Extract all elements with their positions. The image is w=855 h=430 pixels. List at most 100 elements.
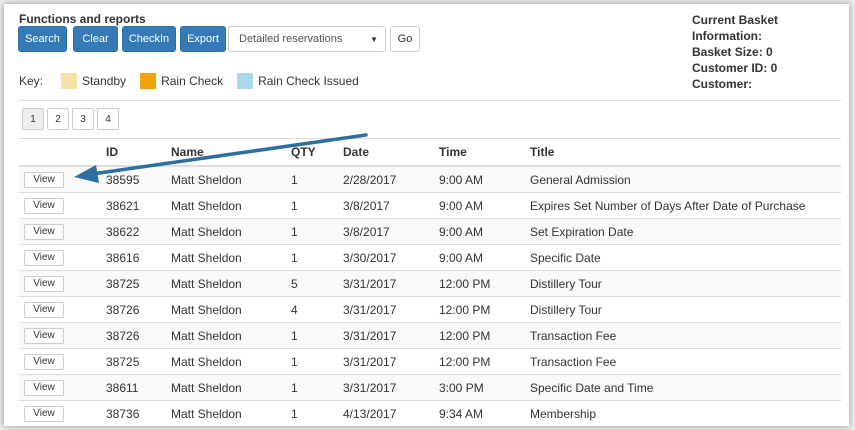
cell-id: 38611 (106, 374, 171, 401)
view-button[interactable]: View (24, 275, 64, 292)
report-type-value: Detailed reservations (239, 33, 343, 45)
view-cell: View (19, 192, 106, 219)
header-title: Title (530, 138, 841, 167)
cell-name: Matt Sheldon (171, 218, 291, 245)
view-button[interactable]: View (24, 405, 64, 422)
page-button-3[interactable]: 3 (72, 108, 94, 130)
rain-check-issued-swatch (237, 73, 254, 89)
page-button-1[interactable]: 1 (22, 108, 44, 130)
cell-qty: 1 (291, 192, 343, 219)
table-row: View 38611 Matt Sheldon 1 3/31/2017 3:00 PM Sp… (19, 374, 841, 401)
cell-time: 9:00 AM (439, 165, 530, 193)
cell-title: Specific Date (530, 244, 841, 271)
cell-qty: 1 (291, 244, 343, 271)
checkin-button[interactable]: CheckIn (122, 26, 176, 52)
table-row: View 38736 Matt Sheldon 1 4/13/2017 9:34 AM Me… (19, 400, 841, 426)
pagination: 1234 (22, 108, 122, 130)
header-time: Time (439, 138, 530, 167)
view-cell: View (19, 400, 106, 426)
page-button-4[interactable]: 4 (97, 108, 119, 130)
clear-button[interactable]: Clear (73, 26, 118, 52)
table-row: View 38616 Matt Sheldon 1 3/30/2017 9:00 AM Sp… (19, 244, 841, 271)
cell-name: Matt Sheldon (171, 348, 291, 375)
view-button[interactable]: View (24, 197, 64, 214)
table-body: View 38595 Matt Sheldon 1 2/28/2017 9:00 AM Ge… (19, 165, 841, 426)
cell-date: 3/31/2017 (343, 270, 439, 297)
cell-title: Transaction Fee (530, 322, 841, 349)
view-cell: View (19, 348, 106, 375)
cell-title: Transaction Fee (530, 348, 841, 375)
cell-qty: 1 (291, 374, 343, 401)
report-type-select[interactable]: Detailed reservations ▼ (228, 26, 386, 52)
view-button[interactable]: View (24, 301, 64, 318)
view-cell: View (19, 244, 106, 271)
view-cell: View (19, 270, 106, 297)
cell-title: Specific Date and Time (530, 374, 841, 401)
cell-time: 12:00 PM (439, 348, 530, 375)
rain-check-issued-label: Rain Check Issued (258, 74, 359, 88)
view-button[interactable]: View (24, 249, 64, 266)
table-row: View 38725 Matt Sheldon 1 3/31/2017 12:00 PM T… (19, 348, 841, 375)
view-button[interactable]: View (24, 223, 64, 240)
cell-id: 38725 (106, 348, 171, 375)
cell-date: 3/30/2017 (343, 244, 439, 271)
view-cell: View (19, 296, 106, 323)
table-header-row: ID Name QTY Date Time Title (19, 138, 841, 167)
cell-time: 9:00 AM (439, 244, 530, 271)
reservations-table: ID Name QTY Date Time Title View 38595 Mat… (19, 138, 841, 426)
cell-date: 3/8/2017 (343, 218, 439, 245)
cell-id: 38726 (106, 296, 171, 323)
view-button[interactable]: View (24, 327, 64, 344)
table-row: View 38726 Matt Sheldon 4 3/31/2017 12:00 PM D… (19, 296, 841, 323)
basket-customer: Customer: (692, 77, 753, 91)
view-button[interactable]: View (24, 379, 64, 396)
cell-date: 3/31/2017 (343, 374, 439, 401)
key-label: Key: (19, 74, 44, 88)
chevron-down-icon: ▼ (370, 35, 378, 44)
header-id: ID (106, 138, 171, 167)
standby-label: Standby (82, 74, 127, 88)
rain-check-label: Rain Check (161, 74, 224, 88)
view-button[interactable]: View (24, 171, 64, 188)
table-row: View 38621 Matt Sheldon 1 3/8/2017 9:00 AM Exp… (19, 192, 841, 219)
page-button-2[interactable]: 2 (47, 108, 69, 130)
cell-id: 38616 (106, 244, 171, 271)
cell-name: Matt Sheldon (171, 322, 291, 349)
cell-title: General Admission (530, 165, 841, 193)
cell-date: 3/31/2017 (343, 348, 439, 375)
cell-date: 4/13/2017 (343, 400, 439, 426)
cell-id: 38726 (106, 322, 171, 349)
cell-time: 3:00 PM (439, 374, 530, 401)
view-cell: View (19, 165, 106, 193)
search-button[interactable]: Search (18, 26, 67, 52)
cell-date: 3/8/2017 (343, 192, 439, 219)
basket-customer-id: Customer ID: 0 (692, 61, 778, 75)
export-button[interactable]: Export (180, 26, 226, 52)
go-button[interactable]: Go (390, 26, 420, 52)
cell-title: Set Expiration Date (530, 218, 841, 245)
cell-qty: 5 (291, 270, 343, 297)
cell-qty: 1 (291, 165, 343, 193)
cell-name: Matt Sheldon (171, 400, 291, 426)
cell-name: Matt Sheldon (171, 244, 291, 271)
view-cell: View (19, 374, 106, 401)
basket-info: Current Basket Information: Basket Size:… (692, 12, 849, 92)
cell-time: 12:00 PM (439, 296, 530, 323)
view-cell: View (19, 322, 106, 349)
cell-name: Matt Sheldon (171, 165, 291, 193)
cell-qty: 1 (291, 218, 343, 245)
header-view (19, 138, 106, 167)
cell-qty: 1 (291, 400, 343, 426)
cell-title: Distillery Tour (530, 270, 841, 297)
cell-time: 9:00 AM (439, 192, 530, 219)
page-title: Functions and reports (19, 12, 146, 26)
cell-date: 3/31/2017 (343, 296, 439, 323)
cell-title: Membership (530, 400, 841, 426)
cell-time: 9:00 AM (439, 218, 530, 245)
view-button[interactable]: View (24, 353, 64, 370)
header-date: Date (343, 138, 439, 167)
cell-name: Matt Sheldon (171, 192, 291, 219)
cell-qty: 1 (291, 322, 343, 349)
table-row: View 38622 Matt Sheldon 1 3/8/2017 9:00 AM Set… (19, 218, 841, 245)
basket-title: Current Basket Information: (692, 13, 779, 43)
